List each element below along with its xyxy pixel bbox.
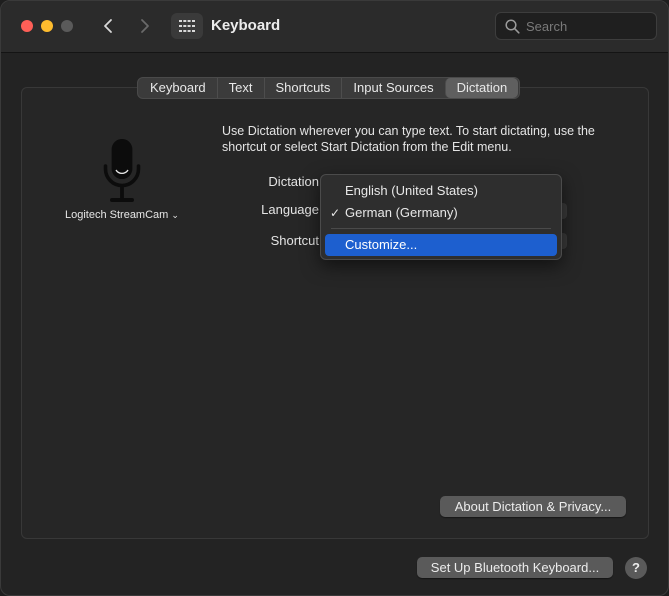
language-label: Language bbox=[261, 202, 319, 217]
about-dictation-privacy-button[interactable]: About Dictation & Privacy... bbox=[440, 496, 626, 517]
menu-item-label: German (Germany) bbox=[345, 205, 458, 220]
forward-button[interactable] bbox=[132, 14, 158, 38]
back-button[interactable] bbox=[95, 14, 121, 38]
window-title: Keyboard bbox=[211, 17, 281, 34]
dictation-label: Dictation bbox=[268, 174, 319, 189]
zoom-button[interactable] bbox=[61, 20, 73, 32]
menu-item-german[interactable]: ✓ German (Germany) bbox=[325, 202, 557, 224]
minimize-button[interactable] bbox=[41, 20, 53, 32]
tab-text[interactable]: Text bbox=[216, 78, 264, 98]
chevron-right-icon bbox=[141, 19, 149, 33]
microphone-icon bbox=[103, 139, 141, 202]
tab-dictation[interactable]: Dictation bbox=[444, 78, 519, 98]
shortcut-label: Shortcut bbox=[270, 233, 319, 248]
help-button[interactable]: ? bbox=[625, 557, 647, 579]
tab-bar: Keyboard Text Shortcuts Input Sources Di… bbox=[137, 77, 521, 99]
microphone-source-popup[interactable]: Logitech StreamCam ⌄ bbox=[65, 209, 179, 221]
menu-separator bbox=[331, 228, 551, 229]
chevron-left-icon bbox=[104, 19, 112, 33]
chevron-down-icon: ⌄ bbox=[171, 210, 179, 220]
search-icon bbox=[505, 18, 520, 34]
language-dropdown-menu: English (United States) ✓ German (German… bbox=[320, 174, 562, 260]
grid-icon bbox=[179, 20, 195, 32]
search-field[interactable] bbox=[495, 12, 657, 40]
tab-shortcuts[interactable]: Shortcuts bbox=[263, 78, 342, 98]
setup-bluetooth-keyboard-button[interactable]: Set Up Bluetooth Keyboard... bbox=[417, 557, 613, 578]
dictation-description: Use Dictation wherever you can type text… bbox=[222, 124, 595, 154]
menu-item-english-us[interactable]: English (United States) bbox=[325, 180, 557, 202]
microphone-source-label: Logitech StreamCam bbox=[65, 209, 169, 221]
keyboard-preferences-window: Keyboard Keyboard Text Shortcuts Input S… bbox=[0, 0, 669, 596]
menu-item-customize[interactable]: Customize... bbox=[325, 234, 557, 256]
search-input[interactable] bbox=[526, 18, 646, 34]
menu-item-label: English (United States) bbox=[345, 183, 478, 198]
checkmark-icon: ✓ bbox=[330, 206, 341, 220]
title-bar: Keyboard bbox=[1, 1, 668, 53]
tab-input-sources[interactable]: Input Sources bbox=[341, 78, 444, 98]
close-button[interactable] bbox=[21, 20, 33, 32]
tab-keyboard[interactable]: Keyboard bbox=[139, 78, 217, 98]
show-all-button[interactable] bbox=[171, 13, 203, 39]
